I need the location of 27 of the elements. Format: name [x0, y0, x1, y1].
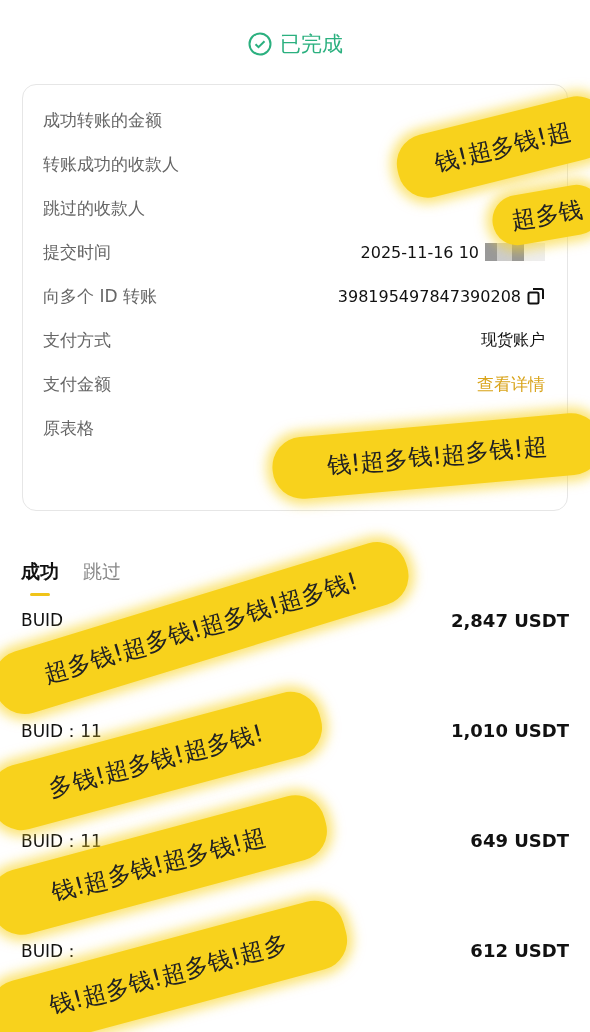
tab[interactable]: 成功	[21, 559, 59, 585]
amount-text: 2,847 USDT	[451, 610, 569, 631]
detail-value: 398195497847390208	[337, 286, 521, 306]
detail-label: 转账成功的收款人	[43, 152, 179, 176]
buid-text: BUID：11	[21, 720, 102, 743]
tab-underline	[30, 593, 50, 596]
status-text: 已完成	[279, 31, 343, 58]
buid-text: BUID：11	[21, 830, 102, 853]
blurred-redaction	[485, 243, 545, 261]
tab[interactable]: 跳过	[83, 559, 121, 585]
detail-label: 支付方式	[43, 328, 111, 352]
amount-text: 1,010 USDT	[451, 720, 569, 741]
amount-text: 649 USDT	[470, 830, 569, 851]
detail-label: 提交时间	[43, 240, 111, 264]
detail-label: 支付金额	[43, 372, 111, 396]
view-details-link[interactable]: 查看详情	[477, 372, 545, 396]
detail-value: 2025-11-16 10	[360, 242, 479, 262]
buid-text: BUID	[21, 610, 64, 630]
detail-label: 成功转账的金额	[43, 108, 162, 132]
check-circle-icon	[247, 32, 272, 56]
amount-text: 612 USDT	[470, 940, 569, 961]
detail-value: 现货账户	[481, 329, 545, 351]
detail-label: 向多个 ID 转账	[43, 284, 157, 308]
buid-text: BUID：	[21, 940, 81, 963]
detail-label: 跳过的收款人	[43, 196, 145, 220]
copy-icon[interactable]	[527, 287, 545, 305]
detail-label: 原表格	[43, 416, 94, 440]
